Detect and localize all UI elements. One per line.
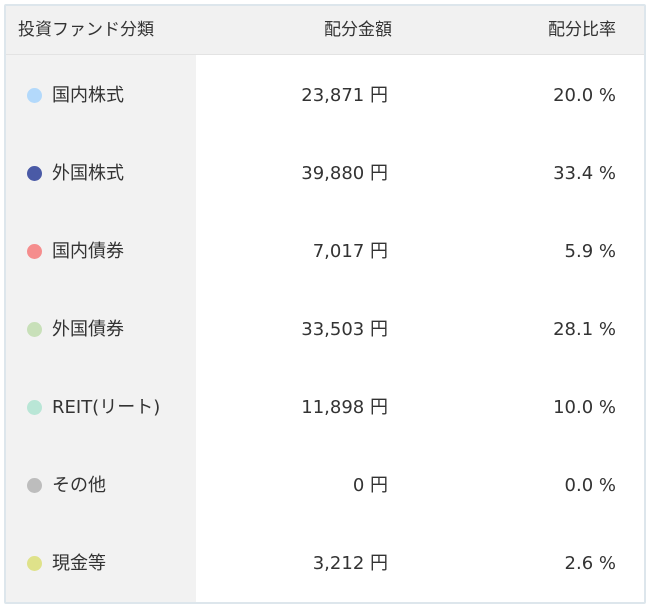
row-amount: 0 円 bbox=[352, 475, 388, 496]
legend-dot-icon bbox=[27, 244, 42, 259]
row-amount: 11,898 円 bbox=[301, 397, 388, 418]
row-ratio: 33.4 % bbox=[553, 163, 616, 184]
allocation-table: 投資ファンド分類 配分金額 配分比率 国内株式 23,871 円 20.0 % … bbox=[4, 4, 646, 604]
table-row: 現金等 3,212 円 2.6 % bbox=[6, 525, 644, 602]
row-ratio: 28.1 % bbox=[553, 319, 616, 340]
table-row: 外国株式 39,880 円 33.4 % bbox=[6, 135, 644, 213]
legend-dot-icon bbox=[27, 478, 42, 493]
table-row: 国内債券 7,017 円 5.9 % bbox=[6, 213, 644, 291]
table-body: 国内株式 23,871 円 20.0 % 外国株式 39,880 円 33.4 … bbox=[6, 55, 644, 602]
row-amount: 33,503 円 bbox=[301, 319, 388, 340]
row-amount: 7,017 円 bbox=[312, 241, 388, 262]
legend-dot-icon bbox=[27, 322, 42, 337]
row-category: その他 bbox=[52, 475, 106, 496]
row-amount: 23,871 円 bbox=[301, 85, 388, 106]
row-amount: 39,880 円 bbox=[301, 163, 388, 184]
row-category: REIT(リート) bbox=[52, 397, 161, 418]
table-row: REIT(リート) 11,898 円 10.0 % bbox=[6, 369, 644, 447]
table-header: 投資ファンド分類 配分金額 配分比率 bbox=[6, 6, 644, 55]
row-ratio: 10.0 % bbox=[553, 397, 616, 418]
row-category: 国内株式 bbox=[52, 85, 124, 106]
table-row: その他 0 円 0.0 % bbox=[6, 447, 644, 525]
legend-dot-icon bbox=[27, 166, 42, 181]
column-header-amount: 配分金額 bbox=[324, 20, 392, 40]
row-ratio: 2.6 % bbox=[564, 553, 616, 574]
table-row: 国内株式 23,871 円 20.0 % bbox=[6, 57, 644, 135]
legend-dot-icon bbox=[27, 556, 42, 571]
legend-dot-icon bbox=[27, 88, 42, 103]
row-category: 外国株式 bbox=[52, 163, 124, 184]
row-category: 国内債券 bbox=[52, 241, 124, 262]
row-ratio: 0.0 % bbox=[564, 475, 616, 496]
row-category: 現金等 bbox=[52, 553, 106, 574]
row-ratio: 5.9 % bbox=[564, 241, 616, 262]
column-header-category: 投資ファンド分類 bbox=[18, 20, 154, 40]
column-header-ratio: 配分比率 bbox=[548, 20, 616, 40]
row-ratio: 20.0 % bbox=[553, 85, 616, 106]
table-row: 外国債券 33,503 円 28.1 % bbox=[6, 291, 644, 369]
row-category: 外国債券 bbox=[52, 319, 124, 340]
legend-dot-icon bbox=[27, 400, 42, 415]
row-amount: 3,212 円 bbox=[312, 553, 388, 574]
